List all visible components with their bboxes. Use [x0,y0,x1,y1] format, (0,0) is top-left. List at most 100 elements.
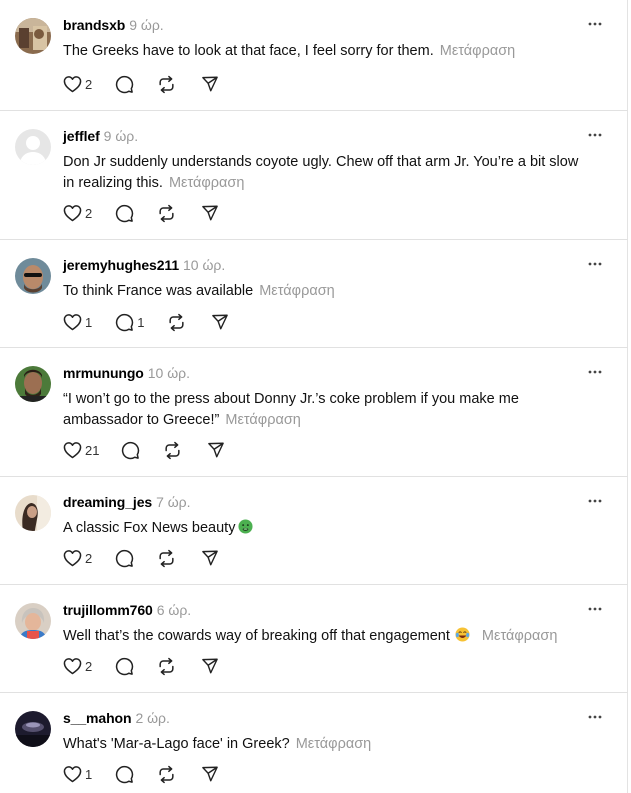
reply-count: 1 [137,314,145,330]
share-button[interactable] [201,202,219,224]
post-actions: 2 [63,655,219,677]
repost-button[interactable] [157,202,176,224]
timestamp[interactable]: 10 ώρ. [148,365,190,381]
timestamp[interactable]: 7 ώρ. [156,494,190,510]
timestamp[interactable]: 9 ώρ. [129,17,163,33]
timestamp[interactable]: 6 ώρ. [157,602,191,618]
like-button[interactable]: 21 [63,439,99,461]
post-actions: 21 [63,439,225,461]
more-options-button[interactable] [588,257,602,271]
reply-post: jeremyhughes211 10 ώρ. To think France wa… [0,240,628,348]
like-button[interactable]: 1 [63,763,92,785]
reply-post: jefflef 9 ώρ. Don Jr suddenly understands… [0,111,628,240]
repost-icon [165,441,181,459]
translate-link[interactable]: Μετάφραση [225,412,301,428]
more-options-button[interactable] [588,602,602,616]
more-horizontal-icon [588,607,602,611]
timestamp[interactable]: 9 ώρ. [104,128,138,144]
comment-icon [116,549,134,567]
share-button[interactable] [201,655,219,677]
username[interactable]: jefflef [63,128,100,144]
repost-button[interactable] [157,655,176,677]
like-button[interactable]: 2 [63,547,92,569]
reply-button[interactable] [115,547,134,569]
nauseated-face-emoji [238,519,253,534]
comment-icon [122,441,140,459]
more-options-button[interactable] [588,710,602,724]
share-button[interactable] [211,311,229,333]
default-avatar-icon [15,129,51,165]
more-options-button[interactable] [588,365,602,379]
translate-link[interactable]: Μετάφραση [169,175,245,191]
like-count: 2 [85,658,93,674]
like-count: 2 [85,550,93,566]
avatar[interactable] [15,18,51,54]
avatar[interactable] [15,258,51,294]
like-button[interactable]: 1 [63,311,92,333]
username[interactable]: mrmunungo [63,365,144,381]
more-horizontal-icon [588,499,602,503]
share-button[interactable] [201,547,219,569]
repost-button[interactable] [157,547,176,569]
send-icon [202,658,219,674]
avatar[interactable] [15,495,51,531]
avatar[interactable] [15,711,51,747]
avatar[interactable] [15,603,51,639]
translate-link[interactable]: Μετάφραση [440,43,516,59]
more-horizontal-icon [588,370,602,374]
reply-post: mrmunungo 10 ώρ. “I won’t go to the press… [0,348,628,477]
repost-button[interactable] [157,763,176,785]
reply-button[interactable] [115,73,134,95]
repost-icon [159,204,174,222]
post-text: The Greeks have to look at that face, I … [63,41,583,62]
share-button[interactable] [201,73,219,95]
post-header: dreaming_jes 7 ώρ. [63,494,191,511]
post-text-content: What's 'Mar-a-Lago face' in Greek? [63,736,290,752]
timestamp[interactable]: 2 ώρ. [135,710,169,726]
post-actions: 2 [63,73,219,95]
username[interactable]: jeremyhughes211 [63,257,179,273]
username[interactable]: brandsxb [63,17,125,33]
repost-button[interactable] [167,311,186,333]
like-count: 21 [85,442,100,458]
username[interactable]: trujillomm760 [63,602,153,618]
heart-icon [63,550,82,567]
like-count: 1 [85,766,93,782]
more-horizontal-icon [588,715,602,719]
avatar[interactable] [15,366,51,402]
post-text: Don Jr suddenly understands coyote ugly.… [63,152,583,194]
more-options-button[interactable] [588,17,602,31]
reply-button[interactable] [115,763,134,785]
translate-link[interactable]: Μετάφραση [296,736,372,752]
timestamp[interactable]: 10 ώρ. [183,257,225,273]
like-button[interactable]: 2 [63,73,92,95]
like-button[interactable]: 2 [63,655,92,677]
avatar[interactable] [15,129,51,165]
heart-icon [63,442,82,459]
share-button[interactable] [207,439,225,461]
repost-icon [159,75,174,93]
more-options-button[interactable] [588,128,602,142]
reply-button[interactable]: 1 [115,311,144,333]
heart-icon [63,658,82,675]
username[interactable]: dreaming_jes [63,494,152,510]
repost-button[interactable] [163,439,182,461]
translate-link[interactable]: Μετάφραση [482,628,558,644]
reply-button[interactable] [115,655,134,677]
username[interactable]: s__mahon [63,710,132,726]
repost-icon [159,765,174,783]
reply-button[interactable] [121,439,140,461]
repost-button[interactable] [157,73,176,95]
more-options-button[interactable] [588,494,602,508]
user-photo-icon [15,366,51,402]
post-actions: 1 1 [63,311,229,333]
like-button[interactable]: 2 [63,202,92,224]
reply-post: s__mahon 2 ώρ. What's 'Mar-a-Lago face' i… [0,693,628,793]
repost-icon [159,657,174,675]
reply-button[interactable] [115,202,134,224]
share-button[interactable] [201,763,219,785]
translate-link[interactable]: Μετάφραση [259,283,335,299]
user-photo-icon [15,711,51,747]
send-icon [202,76,219,92]
reply-post: dreaming_jes 7 ώρ. A classic Fox News bea… [0,477,628,585]
